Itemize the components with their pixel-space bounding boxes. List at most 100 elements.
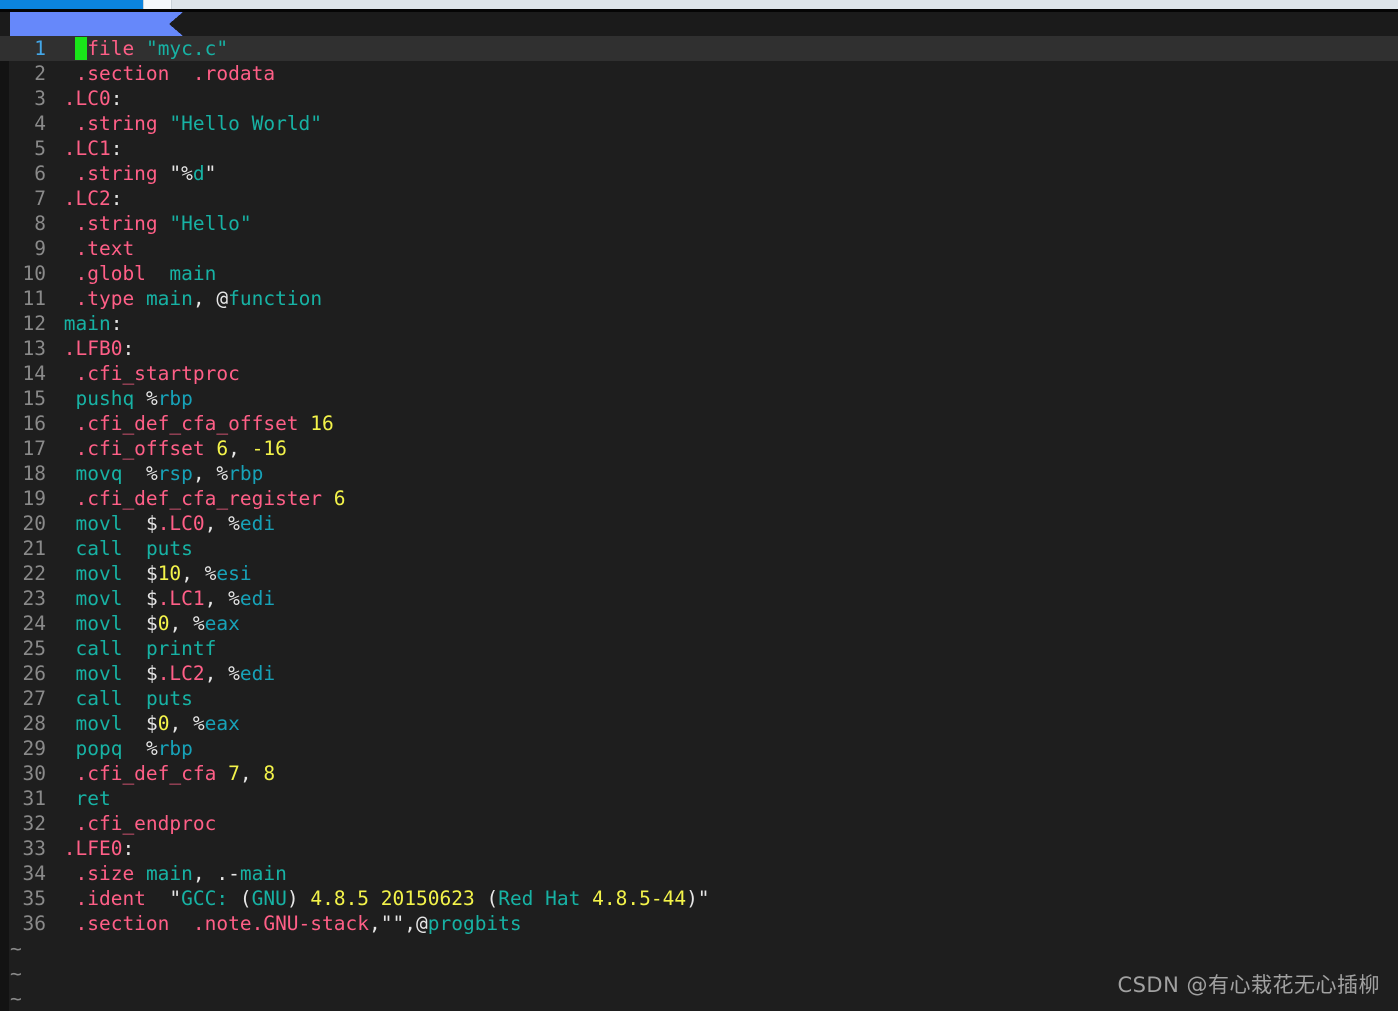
code-line[interactable]: 15 pushq %rbp	[0, 386, 1398, 411]
line-number: 29	[22, 737, 46, 760]
code-line[interactable]: 10 .globl main	[0, 261, 1398, 286]
token-instr: ret	[75, 787, 111, 810]
code-line[interactable]: 20 movl $.LC0, %edi	[0, 511, 1398, 536]
code-line[interactable]: 9 .text	[0, 236, 1398, 261]
line-number: 23	[22, 587, 46, 610]
line-number: 20	[22, 512, 46, 535]
code-line[interactable]: 25 call printf	[0, 636, 1398, 661]
code-line[interactable]: 30 .cfi_def_cfa 7, 8	[0, 761, 1398, 786]
code-line-text: call printf	[52, 637, 216, 660]
code-line[interactable]: 18 movq %rsp, %rbp	[0, 461, 1398, 486]
token-instr: call	[75, 687, 123, 710]
token-str: main	[145, 287, 193, 310]
token-plain: %	[228, 662, 240, 685]
code-line[interactable]: 34 .size main, .-main	[0, 861, 1398, 886]
code-line[interactable]: 5 .LC1:	[0, 136, 1398, 161]
line-number: 22	[22, 562, 46, 585]
code-line[interactable]: 7 .LC2:	[0, 186, 1398, 211]
code-line-text: .cfi_endproc	[52, 812, 216, 835]
tab-myc-s[interactable]: 1: myc.s	[10, 12, 170, 59]
code-line[interactable]: 19 .cfi_def_cfa_register 6	[0, 486, 1398, 511]
code-line-text: .file "myc.c"	[52, 37, 228, 60]
code-line[interactable]: 8 .string "Hello"	[0, 211, 1398, 236]
code-line-text: .string "%d"	[52, 162, 216, 185]
code-line[interactable]: 22 movl $10, %esi	[0, 561, 1398, 586]
code-line[interactable]: 14 .cfi_startproc	[0, 361, 1398, 386]
code-line[interactable]: 13 .LFB0:	[0, 336, 1398, 361]
token-instr: movl	[75, 612, 123, 635]
window-scroll-progress-bar[interactable]	[0, 0, 1398, 9]
code-line-text: call puts	[52, 537, 193, 560]
token-instr: movq	[75, 462, 123, 485]
progress-filled-segment	[0, 0, 143, 9]
token-str: printf	[145, 637, 217, 660]
code-line[interactable]: 3 .LC0:	[0, 86, 1398, 111]
token-plain: $	[145, 612, 158, 635]
token-dir: .globl	[75, 262, 146, 285]
line-number: 17	[22, 437, 46, 460]
code-line[interactable]: 11 .type main, @function	[0, 286, 1398, 311]
code-line[interactable]: 16 .cfi_def_cfa_offset 16	[0, 411, 1398, 436]
token-str: main	[145, 862, 193, 885]
code-line[interactable]: 28 movl $0, %eax	[0, 711, 1398, 736]
token-instr: movl	[75, 512, 123, 535]
token-dir: .cfi_def_cfa_register	[75, 487, 323, 510]
code-line[interactable]: 36 .section .note.GNU-stack,"",@progbits	[0, 911, 1398, 936]
code-line[interactable]: 35 .ident "GCC: (GNU) 4.8.5 20150623 (Re…	[0, 886, 1398, 911]
progress-thumb-segment[interactable]	[143, 0, 172, 9]
progress-track-segment[interactable]	[172, 0, 1398, 9]
token-str: "Hello World"	[169, 112, 323, 135]
code-line[interactable]: 31 ret	[0, 786, 1398, 811]
text-cursor: .	[75, 37, 88, 60]
token-num: 16	[310, 412, 334, 435]
token-plain: :	[122, 337, 135, 360]
code-line[interactable]: 6 .string "%d"	[0, 161, 1398, 186]
token-plain: "	[169, 162, 182, 185]
code-line[interactable]: 1 .file "myc.c"	[0, 36, 1398, 61]
token-dir: .cfi_startproc	[75, 362, 240, 385]
token-dir: .section	[75, 62, 170, 85]
code-line[interactable]: 12 main:	[0, 311, 1398, 336]
code-line-text: .LFE0:	[52, 837, 134, 860]
code-line[interactable]: 4 .string "Hello World"	[0, 111, 1398, 136]
code-line[interactable]: 17 .cfi_offset 6, -16	[0, 436, 1398, 461]
code-line[interactable]: 26 movl $.LC2, %edi	[0, 661, 1398, 686]
token-plain: %	[145, 462, 158, 485]
code-line[interactable]: 29 popq %rbp	[0, 736, 1398, 761]
code-line[interactable]: 27 call puts	[0, 686, 1398, 711]
token-dir: .cfi_def_cfa	[75, 762, 217, 785]
code-line[interactable]: 24 movl $0, %eax	[0, 611, 1398, 636]
code-line-text: .string "Hello World"	[52, 112, 322, 135]
code-line[interactable]: 21 call puts	[0, 536, 1398, 561]
code-editor-pane[interactable]: 1 .file "myc.c" 2 .section .rodata 3 .LC0:…	[0, 36, 1398, 1011]
token-plain: )"	[686, 887, 710, 910]
token-str: main	[239, 862, 287, 885]
token-num: 0	[157, 712, 170, 735]
code-line[interactable]: 32 .cfi_endproc	[0, 811, 1398, 836]
code-line[interactable]: 2 .section .rodata	[0, 61, 1398, 86]
token-str: progbits	[427, 912, 522, 935]
token-dir: .note.GNU-stack	[192, 912, 369, 935]
token-str: puts	[145, 537, 193, 560]
code-line[interactable]: 33 .LFE0:	[0, 836, 1398, 861]
token-num: 8	[263, 762, 276, 785]
token-dir: .string	[75, 162, 158, 185]
line-number: 33	[22, 837, 46, 860]
token-plain: ,	[228, 437, 252, 460]
code-line[interactable]: 23 movl $.LC1, %edi	[0, 586, 1398, 611]
